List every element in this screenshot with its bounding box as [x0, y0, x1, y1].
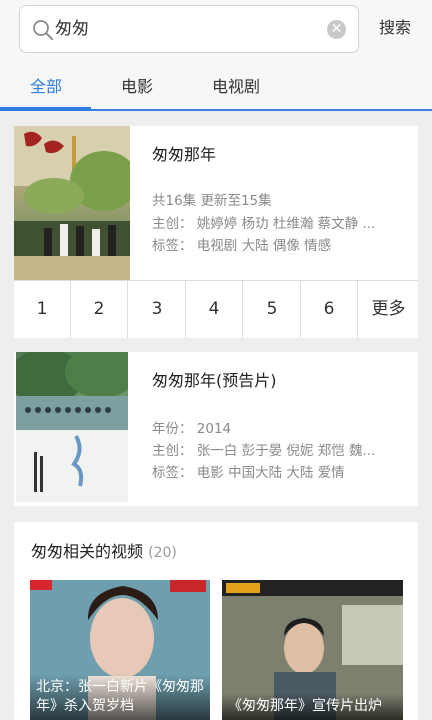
- related-videos-title: 匆匆相关的视频 (20): [31, 541, 177, 564]
- result-card-tv-series[interactable]: 匆匆那年 共16集 更新至15集 主创： 姚婷婷 杨玏 杜维瀚 蔡文静 ... …: [14, 126, 418, 338]
- related-video-thumbnail[interactable]: 北京：张一白新片《匆匆那年》杀入贺岁档: [30, 580, 210, 720]
- episode-button-2[interactable]: 2: [71, 281, 128, 338]
- search-header: 匆匆 ✕ 搜索: [0, 0, 432, 64]
- poster-artwork: [14, 126, 130, 280]
- related-videos-section: 匆匆相关的视频 (20) 北京：张一白新片《匆匆那年》杀入贺岁档 《匆匆那年》宣…: [14, 522, 418, 720]
- year-info: 年份： 2014: [152, 421, 232, 437]
- tab-movie[interactable]: 电影: [121, 76, 153, 98]
- episode-button-4[interactable]: 4: [186, 281, 243, 338]
- result-title[interactable]: 匆匆那年: [152, 144, 216, 166]
- category-tabs: 全部 电影 电视剧: [0, 64, 432, 111]
- episode-button-6[interactable]: 6: [301, 281, 358, 338]
- tags-info: 标签： 电影 中国大陆 大陆 爱情: [152, 465, 345, 481]
- poster-artwork: [16, 352, 128, 502]
- episode-grid: 1 2 3 4 5 6 更多: [14, 280, 418, 338]
- clear-icon[interactable]: ✕: [327, 20, 346, 39]
- search-button[interactable]: 搜索: [379, 17, 411, 39]
- poster-image[interactable]: [14, 126, 130, 280]
- more-episodes-button[interactable]: 更多: [359, 281, 418, 338]
- video-caption[interactable]: 北京：张一白新片《匆匆那年》杀入贺岁档: [30, 674, 210, 720]
- result-title[interactable]: 匆匆那年(预告片): [152, 370, 277, 392]
- episode-button-1[interactable]: 1: [14, 281, 71, 338]
- tab-active-indicator: [0, 107, 91, 111]
- tags-info: 标签： 电视剧 大陆 偶像 情感: [152, 238, 332, 254]
- result-card-trailer[interactable]: 匆匆那年(预告片) 年份： 2014 主创： 张一白 彭于晏 倪妮 郑恺 魏..…: [14, 352, 418, 506]
- related-videos-count: (20): [148, 545, 177, 561]
- related-video-thumbnail[interactable]: 《匆匆那年》宣传片出炉: [222, 580, 403, 720]
- episode-button-5[interactable]: 5: [244, 281, 301, 338]
- search-input[interactable]: 匆匆 ✕: [19, 5, 359, 53]
- tab-tv-series[interactable]: 电视剧: [212, 76, 260, 98]
- tab-all[interactable]: 全部: [30, 76, 62, 98]
- search-query-text[interactable]: 匆匆: [55, 18, 89, 40]
- related-videos-label: 匆匆相关的视频: [31, 542, 144, 561]
- episode-button-3[interactable]: 3: [129, 281, 186, 338]
- episode-info: 共16集 更新至15集: [152, 193, 272, 209]
- cast-info: 主创： 姚婷婷 杨玏 杜维瀚 蔡文静 ...: [152, 216, 376, 232]
- cast-info: 主创： 张一白 彭于晏 倪妮 郑恺 魏...: [152, 443, 376, 459]
- search-icon: [33, 20, 53, 40]
- poster-image[interactable]: [16, 352, 128, 502]
- video-caption[interactable]: 《匆匆那年》宣传片出炉: [222, 693, 403, 720]
